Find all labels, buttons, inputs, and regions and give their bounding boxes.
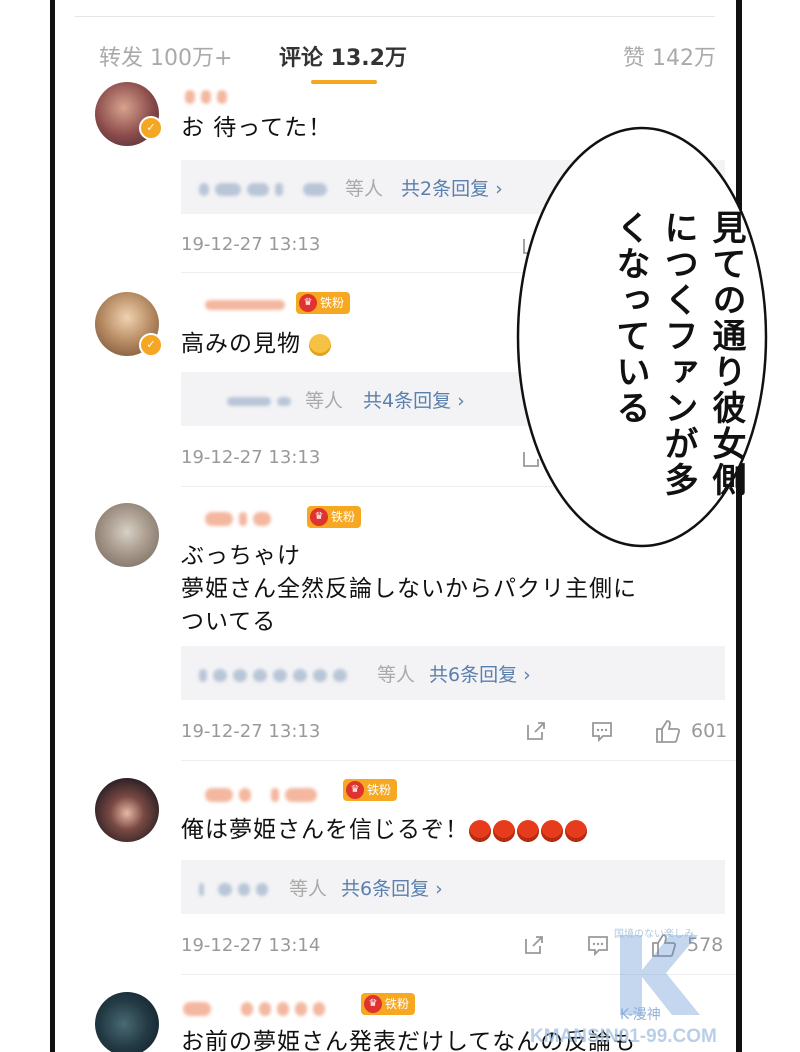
reply-suffix: 等人 [345,178,384,200]
like-thumb-icon[interactable] [655,718,681,744]
angry-emoji-icon [565,820,587,842]
username-blurred[interactable] [205,784,323,804]
comment-text: 俺は夢姫さんを信じるぞ！ [181,814,701,847]
crown-icon: ♛ [299,294,317,312]
comment-text-line-2: 夢姫さん全然反論しないからパクリ主側に [181,576,637,602]
reply-box[interactable]: 等人 共6条回复 › [181,646,725,700]
reply-count-link[interactable]: 共2条回复 › [401,174,503,201]
reply-count-link[interactable]: 共4条回复 › [363,386,465,413]
like-count: 601 [691,720,728,742]
username-blurred[interactable] [185,86,233,106]
reply-suffix: 等人 [305,390,344,412]
divider [181,760,736,761]
crown-icon: ♛ [364,995,382,1013]
username-blurred[interactable] [205,294,291,314]
reply-count-link[interactable]: 共6条回复 › [429,660,531,687]
watermark-url: KMANSIN01-99.COM [530,1026,717,1047]
angry-emoji-icon [493,820,515,842]
timestamp: 19-12-27 13:13 [181,721,321,742]
tab-likes[interactable]: 赞 142万 [623,40,716,72]
fan-badge: ♛ 铁粉 [307,506,362,528]
timestamp: 19-12-27 13:14 [181,935,321,956]
username-blurred[interactable] [183,998,331,1018]
reply-suffix: 等人 [377,664,416,686]
tab-repost[interactable]: 转发 100万+ [99,40,232,72]
reply-users-blurred [199,179,333,198]
timestamp: 19-12-27 13:13 [181,447,321,468]
angry-emoji-icon [469,820,491,842]
tab-comments[interactable]: 评论 13.2万 [279,40,407,72]
share-icon[interactable] [525,720,547,742]
verified-icon: ✓ [139,333,163,357]
reply-users-blurred [199,879,274,898]
username-blurred[interactable] [205,508,277,528]
timestamp: 19-12-27 13:13 [181,234,321,255]
reply-users-blurred [227,391,297,410]
comment-text-line-3: ついてる [181,609,277,635]
avatar[interactable] [95,992,159,1052]
top-strip [75,0,715,17]
tab-active-indicator [311,80,377,84]
angry-emoji-icon [541,820,563,842]
avatar[interactable] [95,778,159,842]
crown-icon: ♛ [346,781,364,799]
reply-box[interactable]: 等人 共6条回复 › [181,860,725,914]
reply-suffix: 等人 [289,878,328,900]
speech-bubble-text: 見ての通り彼女側につくファンが多くなっている [610,210,746,498]
watermark-brand: K-漫神 [620,1007,661,1023]
yum-face-emoji-icon [309,334,332,356]
verified-icon: ✓ [139,116,163,140]
reply-users-blurred [199,665,353,684]
comment-icon[interactable] [587,934,609,957]
fan-badge: ♛ 铁粉 [343,779,398,801]
reply-count-link[interactable]: 共6条回复 › [341,874,443,901]
watermark-tagline: 国境のない楽しみ [614,929,694,940]
comment-icon[interactable] [591,720,613,743]
crown-icon: ♛ [310,508,328,526]
angry-emoji-icon [517,820,539,842]
fan-badge: ♛ 铁粉 [361,993,416,1015]
share-icon[interactable] [523,934,545,956]
fan-badge: ♛ 铁粉 [296,292,351,314]
avatar[interactable] [95,503,159,567]
